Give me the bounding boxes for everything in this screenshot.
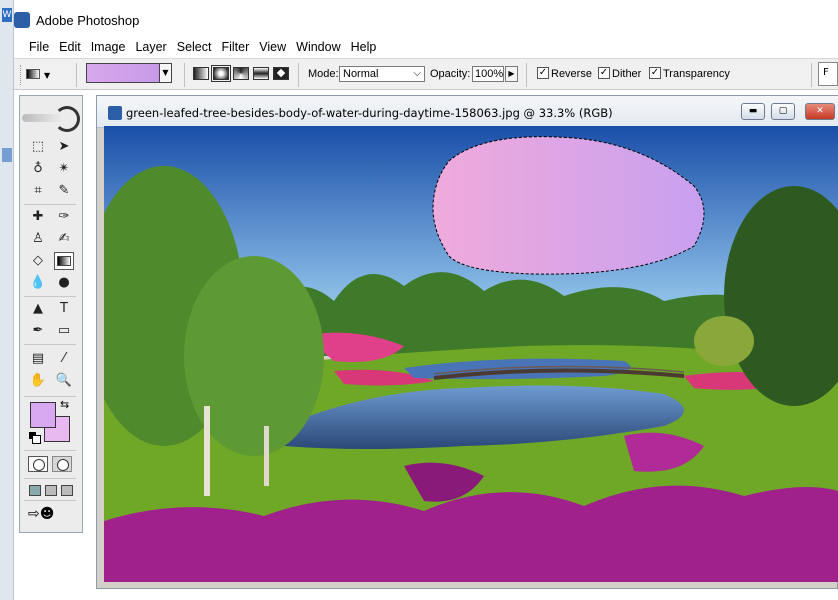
blur-tool-icon[interactable]: 💧 xyxy=(28,274,48,292)
chevron-down-icon: ▼ xyxy=(44,71,51,80)
options-separator xyxy=(298,63,299,87)
shape-tool-icon[interactable]: ▭ xyxy=(54,322,74,340)
transparency-checkbox[interactable]: ✓ xyxy=(649,67,661,79)
minimize-button[interactable]: ▬ xyxy=(741,103,765,120)
healing-brush-tool-icon[interactable]: ✚ xyxy=(28,208,48,226)
options-separator xyxy=(76,63,77,87)
toolbox-separator xyxy=(24,396,76,397)
toolbox-separator xyxy=(24,450,76,451)
reverse-label: Reverse xyxy=(551,68,592,80)
clone-stamp-tool-icon[interactable]: ♙ xyxy=(28,230,48,248)
angle-gradient-button[interactable] xyxy=(233,67,249,80)
options-separator xyxy=(526,63,527,87)
desktop-edge: W xyxy=(0,0,14,600)
toolbox-separator xyxy=(24,500,76,501)
eyedropper-tool-icon[interactable]: ⁄ xyxy=(54,350,74,368)
menu-window[interactable]: Window xyxy=(291,40,345,54)
dodge-tool-icon[interactable]: ● xyxy=(54,274,74,292)
swap-colors-icon[interactable]: ⇆ xyxy=(60,398,69,411)
move-tool-icon[interactable]: ➤ xyxy=(54,138,74,156)
app-title: Adobe Photoshop xyxy=(36,13,140,28)
dither-checkbox[interactable]: ✓ xyxy=(598,67,610,79)
word-app-icon: W xyxy=(2,8,12,22)
palette-well[interactable]: F xyxy=(818,62,838,86)
tool-preset-picker[interactable]: ▼ xyxy=(24,66,52,82)
chevron-down-icon: ⌵ xyxy=(413,68,421,79)
full-screen-menu-mode-button[interactable] xyxy=(45,485,57,496)
linear-gradient-button[interactable] xyxy=(193,67,209,80)
document-icon xyxy=(108,106,122,120)
jump-to-imageready-icon[interactable]: ⇨☻ xyxy=(28,506,74,528)
menu-filter[interactable]: Filter xyxy=(216,40,254,54)
gradient-editor-swatch[interactable] xyxy=(86,63,160,83)
mode-value: Normal xyxy=(343,68,379,80)
eraser-tool-icon[interactable]: ◇ xyxy=(28,252,48,270)
marquee-tool-icon[interactable]: ⬚ xyxy=(28,138,48,156)
opacity-input[interactable]: 100% xyxy=(472,66,504,82)
landscape-photo xyxy=(104,126,838,582)
menu-image[interactable]: Image xyxy=(86,40,131,54)
quick-mask-mode-button[interactable] xyxy=(52,456,72,472)
full-screen-mode-button[interactable] xyxy=(61,485,73,496)
hand-tool-icon[interactable]: ✋ xyxy=(28,372,48,390)
menu-help[interactable]: Help xyxy=(346,40,382,54)
reflected-gradient-button[interactable] xyxy=(253,67,269,80)
opacity-label: Opacity: xyxy=(430,68,471,80)
options-separator xyxy=(184,63,185,87)
maximize-button[interactable]: ▢ xyxy=(771,103,795,120)
mode-label: Mode: xyxy=(308,68,339,80)
diamond-gradient-button[interactable] xyxy=(273,67,289,80)
menu-bar: File Edit Image Layer Select Filter View… xyxy=(14,36,838,58)
menu-file[interactable]: File xyxy=(24,40,54,54)
right-shrub xyxy=(694,316,754,366)
notes-tool-icon[interactable]: ▤ xyxy=(28,350,48,368)
document-title: green-leafed-tree-besides-body-of-water-… xyxy=(126,106,613,120)
taskbar-marker xyxy=(2,148,12,162)
menu-select[interactable]: Select xyxy=(172,40,217,54)
toolbox-separator xyxy=(24,296,76,297)
image-canvas[interactable] xyxy=(104,126,838,582)
toolbox-separator xyxy=(24,344,76,345)
history-brush-tool-icon[interactable]: ✍ xyxy=(54,230,74,248)
birch-trunk xyxy=(264,426,269,486)
gradient-picker-dropdown[interactable]: ▼ xyxy=(160,63,172,83)
options-bar-grip[interactable] xyxy=(20,65,23,85)
magic-wand-tool-icon[interactable]: ✴ xyxy=(54,160,74,178)
foreground-color-swatch[interactable] xyxy=(30,402,56,428)
menu-view[interactable]: View xyxy=(254,40,291,54)
close-button[interactable]: ✕ xyxy=(805,103,835,120)
standard-screen-mode-button[interactable] xyxy=(29,485,41,496)
zoom-tool-icon[interactable]: 🔍 xyxy=(54,372,74,390)
options-separator xyxy=(811,63,812,87)
slice-tool-icon[interactable]: ✎ xyxy=(54,182,74,200)
transparency-label: Transparency xyxy=(663,68,730,80)
default-colors-icon[interactable] xyxy=(29,432,41,444)
gradient-tool-icon xyxy=(26,69,40,79)
toolbox-header[interactable] xyxy=(20,104,82,134)
gradient-tool-icon[interactable] xyxy=(54,252,74,270)
dither-label: Dither xyxy=(612,68,642,80)
adobe-eye-icon xyxy=(54,106,80,132)
crop-tool-icon[interactable]: ⌗ xyxy=(28,182,48,200)
opacity-slider-arrow[interactable]: ▶ xyxy=(505,66,518,82)
type-tool-icon[interactable]: T xyxy=(54,300,74,318)
pen-tool-icon[interactable]: ✒ xyxy=(28,322,48,340)
reverse-checkbox[interactable]: ✓ xyxy=(537,67,549,79)
photoshop-app-icon xyxy=(14,12,30,28)
lasso-tool-icon[interactable]: ♁ xyxy=(28,160,48,178)
toolbox-separator xyxy=(24,204,76,205)
standard-mode-button[interactable] xyxy=(28,456,48,472)
radial-gradient-button[interactable] xyxy=(211,65,231,82)
toolbox-separator xyxy=(24,478,76,479)
menu-edit[interactable]: Edit xyxy=(54,40,86,54)
birch-trunk xyxy=(204,406,210,496)
brush-tool-icon[interactable]: ✑ xyxy=(54,208,74,226)
path-selection-tool-icon[interactable]: ▲ xyxy=(28,300,48,318)
menu-layer[interactable]: Layer xyxy=(130,40,171,54)
mode-select[interactable]: Normal ⌵ xyxy=(339,66,425,82)
